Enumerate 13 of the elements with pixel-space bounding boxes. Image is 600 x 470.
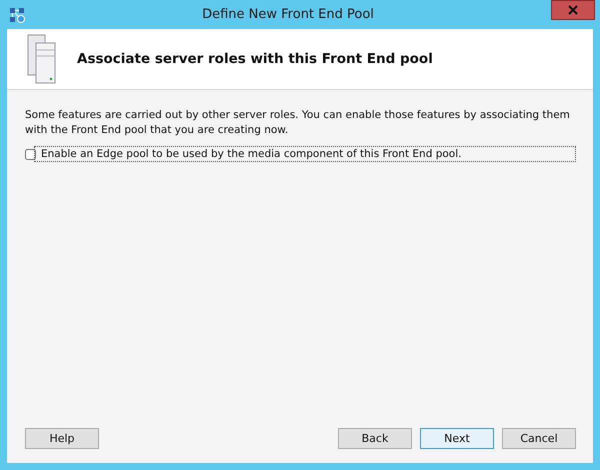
close-icon	[568, 5, 578, 15]
close-button[interactable]	[551, 0, 595, 20]
checkbox-label[interactable]: Enable an Edge pool to be used by the media component of this Front End pool.	[34, 146, 576, 162]
page-heading: Associate server roles with this Front End pool	[77, 51, 433, 67]
description-text: Some features are carried out by other server roles. You can enable those features by associating them with the Front End pool that you are creating now.	[25, 108, 571, 138]
help-button[interactable]: Help	[25, 428, 99, 449]
app-icon	[9, 6, 25, 22]
dialog-button[interactable]: Next	[420, 428, 494, 449]
dialog-button[interactable]: Back	[338, 428, 412, 449]
window-title: Define New Front End Pool	[201, 7, 375, 22]
checkbox[interactable]	[25, 148, 36, 160]
servers-icon	[27, 34, 57, 84]
dialog-button[interactable]: Cancel	[502, 428, 576, 449]
